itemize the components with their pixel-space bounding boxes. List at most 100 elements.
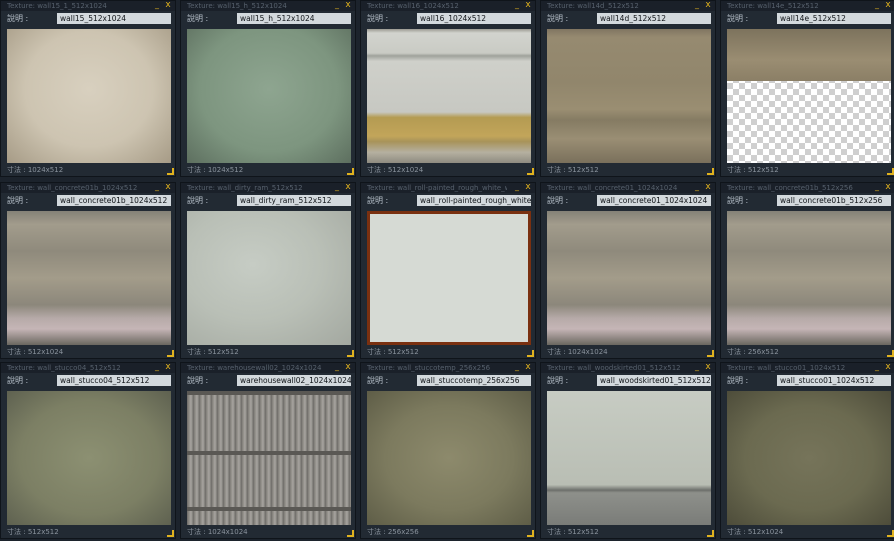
minimize-icon[interactable]: _: [153, 183, 161, 192]
close-icon[interactable]: x: [164, 363, 172, 372]
resize-grip-icon[interactable]: [887, 168, 894, 175]
panel-titlebar[interactable]: Texture: wall_stucco01_1024x512 _ x: [721, 363, 894, 373]
texture-preview[interactable]: [727, 29, 891, 163]
resize-grip-icon[interactable]: [707, 350, 714, 357]
texture-panel[interactable]: Texture: wall_dirty_ram_512x512 _ x 說明 :…: [180, 182, 356, 359]
panel-titlebar[interactable]: Texture: wall_concrete01b_512x256 _ x: [721, 183, 894, 193]
texture-name-field[interactable]: wall_roll-painted_rough_white_w: [417, 195, 531, 206]
texture-preview[interactable]: [547, 29, 711, 163]
minimize-icon[interactable]: _: [513, 1, 521, 10]
close-icon[interactable]: x: [704, 363, 712, 372]
texture-panel[interactable]: Texture: wall_concrete01b_512x256 _ x 說明…: [720, 182, 894, 359]
texture-panel[interactable]: Texture: wall_concrete01_1024x1024 _ x 說…: [540, 182, 716, 359]
close-icon[interactable]: x: [344, 183, 352, 192]
resize-grip-icon[interactable]: [167, 168, 174, 175]
minimize-icon[interactable]: _: [333, 1, 341, 10]
texture-name-field[interactable]: wall_concrete01b_512x256: [777, 195, 891, 206]
resize-grip-icon[interactable]: [347, 530, 354, 537]
resize-grip-icon[interactable]: [707, 530, 714, 537]
minimize-icon[interactable]: _: [153, 1, 161, 10]
texture-panel[interactable]: Texture: wall15_h_512x1024 _ x 說明 : wall…: [180, 0, 356, 177]
texture-name-field[interactable]: wall_stuccotemp_256x256: [417, 375, 531, 386]
resize-grip-icon[interactable]: [527, 350, 534, 357]
panel-titlebar[interactable]: Texture: wall16_1024x512 _ x: [361, 1, 535, 11]
texture-panel[interactable]: Texture: wall_stuccotemp_256x256 _ x 說明 …: [360, 362, 536, 539]
panel-titlebar[interactable]: Texture: warehousewall02_1024x1024 _ x: [181, 363, 355, 373]
texture-name-field[interactable]: wall_stucco04_512x512: [57, 375, 171, 386]
texture-preview[interactable]: [7, 391, 171, 525]
resize-grip-icon[interactable]: [887, 350, 894, 357]
close-icon[interactable]: x: [884, 183, 892, 192]
texture-panel[interactable]: Texture: wall_concrete01b_1024x512 _ x 說…: [0, 182, 176, 359]
panel-titlebar[interactable]: Texture: wall_dirty_ram_512x512 _ x: [181, 183, 355, 193]
minimize-icon[interactable]: _: [873, 1, 881, 10]
texture-preview[interactable]: [7, 211, 171, 345]
resize-grip-icon[interactable]: [167, 530, 174, 537]
texture-preview[interactable]: [367, 391, 531, 525]
close-icon[interactable]: x: [344, 1, 352, 10]
texture-panel[interactable]: Texture: wall_woodskirted01_512x512 _ x …: [540, 362, 716, 539]
panel-titlebar[interactable]: Texture: wall15_1_512x1024 _ x: [1, 1, 175, 11]
panel-titlebar[interactable]: Texture: wall14d_512x512 _ x: [541, 1, 715, 11]
texture-name-field[interactable]: wall_stucco01_1024x512: [777, 375, 891, 386]
texture-panel[interactable]: Texture: wall14e_512x512 _ x 說明 : wall14…: [720, 0, 894, 177]
texture-panel[interactable]: Texture: wall_stucco04_512x512 _ x 說明 : …: [0, 362, 176, 539]
minimize-icon[interactable]: _: [333, 363, 341, 372]
texture-preview[interactable]: [187, 391, 351, 525]
minimize-icon[interactable]: _: [693, 1, 701, 10]
minimize-icon[interactable]: _: [333, 183, 341, 192]
close-icon[interactable]: x: [344, 363, 352, 372]
panel-titlebar[interactable]: Texture: wall_stucco04_512x512 _ x: [1, 363, 175, 373]
texture-preview[interactable]: [367, 29, 531, 163]
minimize-icon[interactable]: _: [693, 363, 701, 372]
texture-preview[interactable]: [7, 29, 171, 163]
texture-name-field[interactable]: wall15_h_512x1024: [237, 13, 351, 24]
panel-titlebar[interactable]: Texture: wall14e_512x512 _ x: [721, 1, 894, 11]
texture-panel[interactable]: Texture: wall14d_512x512 _ x 說明 : wall14…: [540, 0, 716, 177]
close-icon[interactable]: x: [524, 363, 532, 372]
texture-name-field[interactable]: wall_concrete01_1024x1024: [597, 195, 711, 206]
resize-grip-icon[interactable]: [887, 530, 894, 537]
texture-name-field[interactable]: wall14d_512x512: [597, 13, 711, 24]
panel-titlebar[interactable]: Texture: wall_concrete01b_1024x512 _ x: [1, 183, 175, 193]
panel-titlebar[interactable]: Texture: wall_stuccotemp_256x256 _ x: [361, 363, 535, 373]
resize-grip-icon[interactable]: [167, 350, 174, 357]
panel-titlebar[interactable]: Texture: wall15_h_512x1024 _ x: [181, 1, 355, 11]
texture-panel[interactable]: Texture: warehousewall02_1024x1024 _ x 說…: [180, 362, 356, 539]
texture-panel[interactable]: Texture: wall_roll-painted_rough_white_w…: [360, 182, 536, 359]
texture-preview[interactable]: [367, 211, 531, 345]
minimize-icon[interactable]: _: [513, 183, 521, 192]
texture-panel[interactable]: Texture: wall15_1_512x1024 _ x 說明 : wall…: [0, 0, 176, 177]
texture-name-field[interactable]: wall_woodskirted01_512x512: [597, 375, 711, 386]
texture-name-field[interactable]: wall16_1024x512: [417, 13, 531, 24]
texture-preview[interactable]: [547, 391, 711, 525]
texture-panel[interactable]: Texture: wall_stucco01_1024x512 _ x 說明 :…: [720, 362, 894, 539]
panel-titlebar[interactable]: Texture: wall_concrete01_1024x1024 _ x: [541, 183, 715, 193]
minimize-icon[interactable]: _: [873, 363, 881, 372]
minimize-icon[interactable]: _: [873, 183, 881, 192]
resize-grip-icon[interactable]: [527, 168, 534, 175]
close-icon[interactable]: x: [704, 1, 712, 10]
panel-titlebar[interactable]: Texture: wall_woodskirted01_512x512 _ x: [541, 363, 715, 373]
texture-preview[interactable]: [727, 211, 891, 345]
texture-preview[interactable]: [187, 29, 351, 163]
texture-preview[interactable]: [727, 391, 891, 525]
texture-preview[interactable]: [547, 211, 711, 345]
resize-grip-icon[interactable]: [347, 350, 354, 357]
close-icon[interactable]: x: [884, 1, 892, 10]
minimize-icon[interactable]: _: [513, 363, 521, 372]
panel-titlebar[interactable]: Texture: wall_roll-painted_rough_white_w…: [361, 183, 535, 193]
resize-grip-icon[interactable]: [527, 530, 534, 537]
minimize-icon[interactable]: _: [153, 363, 161, 372]
close-icon[interactable]: x: [164, 1, 172, 10]
texture-name-field[interactable]: wall14e_512x512: [777, 13, 891, 24]
resize-grip-icon[interactable]: [347, 168, 354, 175]
close-icon[interactable]: x: [884, 363, 892, 372]
texture-panel[interactable]: Texture: wall16_1024x512 _ x 說明 : wall16…: [360, 0, 536, 177]
close-icon[interactable]: x: [524, 1, 532, 10]
texture-name-field[interactable]: warehousewall02_1024x1024: [237, 375, 351, 386]
close-icon[interactable]: x: [704, 183, 712, 192]
close-icon[interactable]: x: [164, 183, 172, 192]
resize-grip-icon[interactable]: [707, 168, 714, 175]
texture-name-field[interactable]: wall_concrete01b_1024x512: [57, 195, 171, 206]
